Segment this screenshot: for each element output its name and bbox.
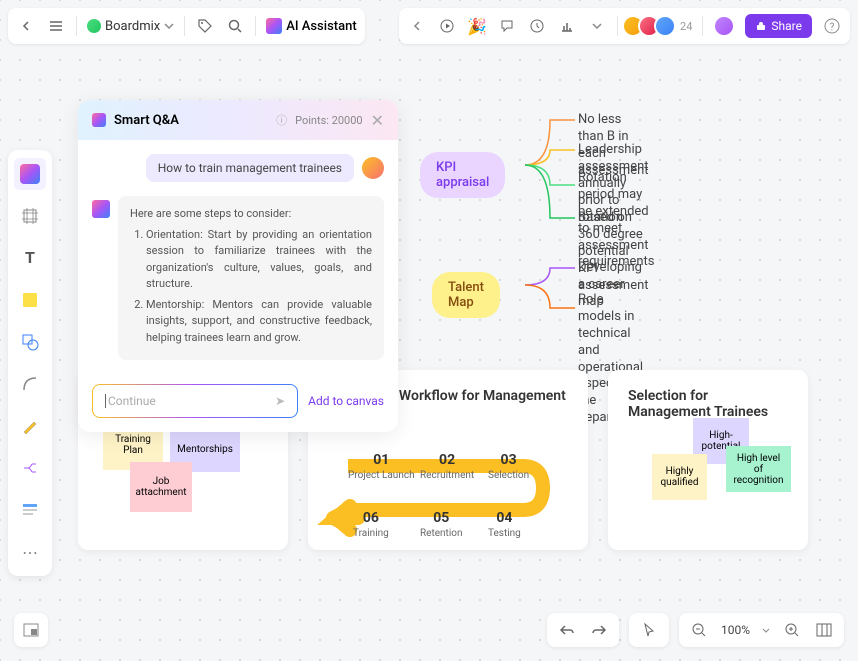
celebrate-button[interactable]: 🎉 bbox=[467, 16, 487, 36]
send-icon[interactable]: ➤ bbox=[275, 394, 285, 408]
search-button[interactable] bbox=[225, 16, 245, 36]
share-button[interactable]: Share bbox=[745, 14, 812, 38]
prev-button[interactable] bbox=[407, 16, 427, 36]
back-button[interactable] bbox=[16, 16, 36, 36]
zoom-group: 100% bbox=[679, 613, 844, 647]
workflow-step: 06Training bbox=[353, 510, 389, 539]
current-user-avatar[interactable] bbox=[713, 15, 735, 37]
add-to-canvas-button[interactable]: Add to canvas bbox=[308, 394, 384, 408]
workflow-step: 02Recruitment bbox=[420, 452, 474, 481]
workflow-step: 04Testing bbox=[488, 510, 521, 539]
fit-view-button[interactable] bbox=[814, 620, 834, 640]
ai-label: AI Assistant bbox=[286, 19, 356, 34]
collaborator-avatars[interactable]: 24 bbox=[628, 15, 692, 37]
ai-assistant-button[interactable]: AI Assistant bbox=[266, 18, 356, 34]
chevron-down-icon bbox=[164, 23, 174, 29]
more-button[interactable] bbox=[587, 16, 607, 36]
minimap-button[interactable] bbox=[14, 613, 48, 647]
qa-points: Points: 20000 bbox=[295, 114, 362, 127]
close-button[interactable]: ✕ bbox=[371, 111, 384, 130]
text-tool[interactable]: T bbox=[14, 242, 46, 274]
ai-avatar-icon bbox=[92, 200, 110, 218]
qa-panel-body: How to train management trainees Here ar… bbox=[78, 140, 398, 374]
workflow-step: 03Selection bbox=[488, 452, 529, 481]
mindmap-tool[interactable] bbox=[14, 452, 46, 484]
cursor-tool[interactable] bbox=[639, 620, 659, 640]
user-avatar bbox=[362, 157, 384, 179]
template-tool[interactable] bbox=[14, 494, 46, 526]
cursor-group bbox=[629, 613, 669, 647]
sticky-note[interactable]: Job attachment bbox=[130, 462, 192, 512]
card-title: Selection for Management Trainees bbox=[628, 388, 788, 420]
workflow-step: 01Project Launch bbox=[348, 452, 415, 481]
divider bbox=[184, 16, 185, 36]
divider bbox=[76, 16, 77, 36]
pen-tool[interactable] bbox=[14, 410, 46, 442]
ai-logo-icon bbox=[92, 113, 106, 127]
ai-logo-icon bbox=[20, 164, 40, 184]
connector-tool[interactable] bbox=[14, 368, 46, 400]
user-message: How to train management trainees bbox=[92, 154, 384, 182]
sticky-tool[interactable] bbox=[14, 284, 46, 316]
cloud-icon bbox=[87, 19, 101, 33]
more-tools[interactable]: ⋯ bbox=[14, 536, 46, 568]
zoom-in-button[interactable] bbox=[782, 620, 802, 640]
qa-panel-title: Smart Q&A bbox=[114, 113, 268, 128]
mindmap-node-talent[interactable]: Talent Map bbox=[432, 272, 500, 318]
tag-button[interactable] bbox=[195, 16, 215, 36]
workflow-step: 05Retention bbox=[420, 510, 463, 539]
help-button[interactable]: ? bbox=[822, 16, 842, 36]
continue-placeholder: Continue bbox=[105, 394, 156, 408]
chart-button[interactable] bbox=[557, 16, 577, 36]
continue-input[interactable]: Continue ➤ bbox=[92, 384, 298, 418]
toolbar-left: Boardmix AI Assistant bbox=[8, 8, 365, 44]
comment-button[interactable] bbox=[497, 16, 517, 36]
document-name[interactable]: Boardmix bbox=[87, 19, 174, 34]
mindmap-node-kpi[interactable]: KPI appraisal bbox=[420, 152, 505, 198]
sticky-note[interactable]: High level of recognition bbox=[726, 446, 791, 492]
svg-text:?: ? bbox=[830, 22, 835, 33]
avatar-count: 24 bbox=[680, 20, 692, 33]
bottom-right-controls: 100% bbox=[547, 613, 844, 647]
ai-step: Orientation: Start by providing an orien… bbox=[146, 227, 372, 293]
doc-name-text: Boardmix bbox=[105, 19, 160, 34]
toolbar-right: 🎉 24 Share ? bbox=[399, 8, 850, 44]
divider bbox=[702, 16, 703, 36]
share-label: Share bbox=[771, 19, 802, 33]
workflow-diagram: 01Project Launch 02Recruitment 03Selecti… bbox=[328, 438, 558, 548]
undo-redo-group bbox=[547, 613, 619, 647]
svg-text:T: T bbox=[25, 248, 35, 267]
zoom-level[interactable]: 100% bbox=[721, 623, 750, 637]
card-selection[interactable]: Selection for Management Trainees High-p… bbox=[608, 370, 808, 550]
ai-step: Mentorship: Mentors can provide valuable… bbox=[146, 297, 372, 347]
ai-message: Here are some steps to consider: Orienta… bbox=[92, 196, 384, 360]
divider bbox=[255, 16, 256, 36]
zoom-out-button[interactable] bbox=[689, 620, 709, 640]
info-icon: ⓘ bbox=[276, 112, 287, 128]
qa-panel: Smart Q&A ⓘ Points: 20000 ✕ How to train… bbox=[78, 100, 398, 432]
divider bbox=[617, 16, 618, 36]
chevron-down-icon bbox=[762, 628, 770, 633]
play-button[interactable] bbox=[437, 16, 457, 36]
frame-tool[interactable] bbox=[14, 200, 46, 232]
history-button[interactable] bbox=[527, 16, 547, 36]
undo-button[interactable] bbox=[557, 620, 577, 640]
qa-panel-header: Smart Q&A ⓘ Points: 20000 ✕ bbox=[78, 100, 398, 140]
left-toolbar: T ⋯ bbox=[8, 150, 52, 576]
qa-panel-footer: Continue ➤ Add to canvas bbox=[78, 374, 398, 432]
ai-message-bubble: Here are some steps to consider: Orienta… bbox=[118, 196, 384, 360]
ai-tool[interactable] bbox=[14, 158, 46, 190]
shape-tool[interactable] bbox=[14, 326, 46, 358]
bottom-toolbar: 100% bbox=[14, 613, 844, 647]
user-message-text: How to train management trainees bbox=[146, 154, 354, 182]
sticky-note[interactable]: Highly qualified bbox=[652, 454, 707, 500]
menu-button[interactable] bbox=[46, 16, 66, 36]
share-icon bbox=[755, 20, 767, 32]
ai-logo-icon bbox=[266, 18, 282, 34]
redo-button[interactable] bbox=[589, 620, 609, 640]
ai-intro: Here are some steps to consider: bbox=[130, 206, 372, 223]
top-toolbar: Boardmix AI Assistant 🎉 24 Share bbox=[8, 8, 850, 44]
avatar bbox=[654, 15, 676, 37]
